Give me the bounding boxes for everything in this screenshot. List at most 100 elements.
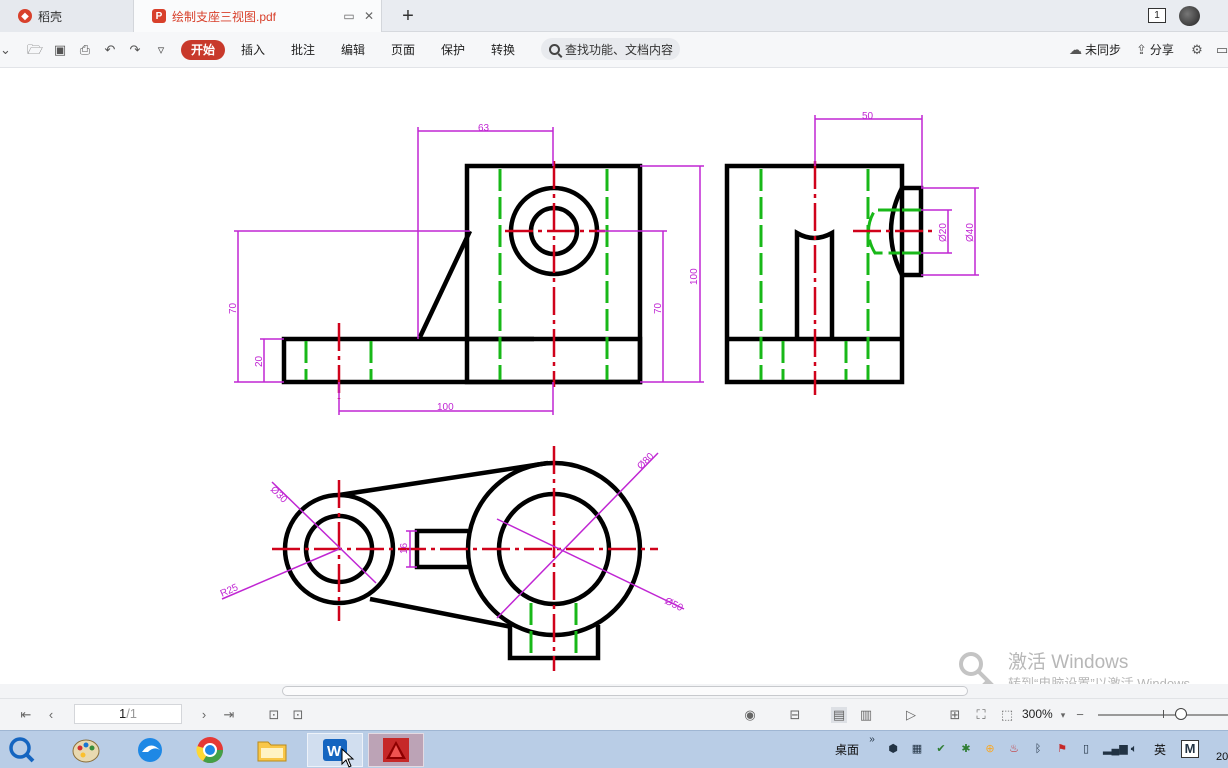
side-view-outline [724,163,924,385]
fit-page-icon[interactable]: ⛶ [973,707,989,723]
dim-63: 63 [478,123,490,134]
menu-annotate[interactable]: 批注 [289,40,317,60]
last-page-icon[interactable]: ⇥ [221,707,237,723]
taskbar-explorer[interactable] [244,733,300,767]
taskbar-autocad[interactable] [368,733,424,767]
network-icon[interactable]: ▂▄▆ [1103,742,1128,756]
tray-check-icon[interactable]: ✔ [934,742,948,756]
status-bar: ⇤ ‹ 1/1 › ⇥ ⊡ ⊡ ◉ ⊟ ▤ ▥ ▷ ⊞ ⛶ ⬚ 300% ▾ − [0,698,1228,730]
taskbar-paint[interactable] [58,733,114,767]
redo-icon[interactable]: ↷ [127,42,143,58]
single-page-icon[interactable]: ▤ [831,707,847,723]
taskbar-chrome[interactable] [182,733,238,767]
first-page-icon[interactable]: ⇤ [18,707,34,723]
main-toolbar: ⌄ 🗁 ▣ ⎙ ↶ ↷ ▿ 开始 插入 批注 编辑 页面 保护 转换 查找功能、… [0,32,1228,68]
print-icon[interactable]: ⎙ [77,42,93,58]
menu-page[interactable]: 页面 [389,40,417,60]
open-file-icon[interactable]: 🗁 [27,42,43,58]
tab-docer[interactable]: ◆ 稻壳 [0,0,134,32]
share-button[interactable]: ⇪ 分享 [1136,40,1174,60]
zoom-level[interactable]: 300% [1022,707,1053,721]
tray-plus-icon[interactable]: ⊕ [983,742,997,756]
save-icon[interactable]: ▣ [52,42,68,58]
forward-view-icon[interactable]: ⊡ [290,707,306,723]
three-view-drawing: 63 50 100 70 70 20 100 Ø20 Ø40 Ø30 Ø80 Ø… [219,111,979,671]
eye-protection-icon[interactable]: ◉ [742,707,758,723]
menu-convert[interactable]: 转换 [489,40,517,60]
volume-icon[interactable]: 🔈︎ [1127,742,1141,756]
close-tab-icon[interactable]: ✕ [362,9,376,23]
toolbar-expand-icon[interactable]: » [865,733,879,747]
menu-insert[interactable]: 插入 [239,40,267,60]
folder-icon [257,741,287,762]
search-box[interactable]: 查找功能、文档内容 [541,38,680,60]
tray-app2-icon[interactable]: ▦ [910,742,924,756]
dim-100-bottom: 100 [437,402,454,413]
page-number-input[interactable]: 1/1 [74,704,182,724]
pin-tab-icon[interactable]: ▭ [342,9,356,23]
two-page-icon[interactable]: ▥ [858,707,874,723]
ime-mode-icon[interactable]: M [1181,740,1199,758]
dim-phi-20: Ø20 [938,223,949,242]
page-total: /1 [126,706,138,721]
actual-size-icon[interactable]: ⊞ [947,707,963,723]
scrollbar-thumb[interactable] [282,686,968,696]
chrome-icon [196,737,224,764]
search-icon [549,43,560,55]
customize-dropdown-icon[interactable]: ▿ [153,42,169,58]
undo-icon[interactable]: ↶ [102,42,118,58]
tab-document[interactable]: P 绘制支座三视图.pdf ▭ ✕ [134,0,382,32]
key-icon [959,652,994,684]
tray-flag-icon[interactable]: ⚑ [1055,742,1069,756]
menu-chevron-icon[interactable]: ⌄ [0,42,11,58]
cloud-icon: ☁ [1069,42,1082,57]
desktop-toolbar-label[interactable]: 桌面 [835,741,859,758]
search-icon [9,737,35,763]
browser-icon [138,738,162,762]
next-page-icon[interactable]: › [196,707,212,723]
comment-icon[interactable]: ▭ [1214,42,1228,58]
user-avatar[interactable] [1179,6,1200,26]
taskbar-edge[interactable] [122,733,178,767]
tray-security-icon[interactable]: ✱ [959,742,973,756]
zoom-dropdown-icon[interactable]: ▾ [1055,707,1071,723]
dim-phi-30: Ø30 [268,484,289,505]
pdf-icon: P [152,9,166,23]
taskbar-wps[interactable]: W [307,733,363,768]
settings-gear-icon[interactable]: ⚙ [1189,42,1205,58]
dim-70-mid: 70 [653,302,664,314]
windows-taskbar: W 桌面 » ⬢ ▦ ✔ ✱ ⊕ ♨ ᛒ ⚑ ▯ ▂▄▆ 🔈︎ 英 M 20 [0,730,1228,768]
sync-label: 未同步 [1085,43,1122,57]
svg-text:W: W [327,743,342,760]
zoom-out-icon[interactable]: − [1072,707,1088,723]
zoom-area-icon[interactable]: ⬚ [999,707,1015,723]
dim-20: 20 [254,355,265,367]
fit-width-icon[interactable]: ⊟ [787,707,803,723]
tray-app1-icon[interactable]: ⬢ [886,742,900,756]
usb-icon[interactable]: ▯ [1079,742,1093,756]
horizontal-scrollbar[interactable] [0,684,1228,698]
bluetooth-icon[interactable]: ᛒ [1031,742,1045,756]
tray-app3-icon[interactable]: ♨ [1007,742,1021,756]
dim-phi-50: Ø50 [663,596,685,614]
ime-language-label[interactable]: 英 [1154,741,1166,758]
dim-16: 16 [399,542,410,554]
dim-50: 50 [862,111,874,122]
menu-edit[interactable]: 编辑 [339,40,367,60]
taskbar-search[interactable] [0,733,44,767]
window-count-badge[interactable]: 1 [1148,8,1166,23]
menu-protect[interactable]: 保护 [439,40,467,60]
clock-fragment[interactable]: 20 [1216,751,1228,763]
zoom-slider-knob[interactable] [1175,708,1187,720]
document-canvas[interactable]: 63 50 100 70 70 20 100 Ø20 Ø40 Ø30 Ø80 Ø… [0,69,1228,684]
new-tab-button[interactable]: + [398,4,418,28]
play-icon[interactable]: ▷ [903,707,919,723]
prev-page-icon[interactable]: ‹ [43,707,59,723]
autocad-icon [383,738,409,762]
menu-start[interactable]: 开始 [181,40,226,60]
back-view-icon[interactable]: ⊡ [266,707,282,723]
docer-icon: ◆ [18,9,32,23]
zoom-slider-mark [1163,710,1164,718]
sync-button[interactable]: ☁ 未同步 [1069,40,1121,60]
share-label: 分享 [1149,43,1174,57]
